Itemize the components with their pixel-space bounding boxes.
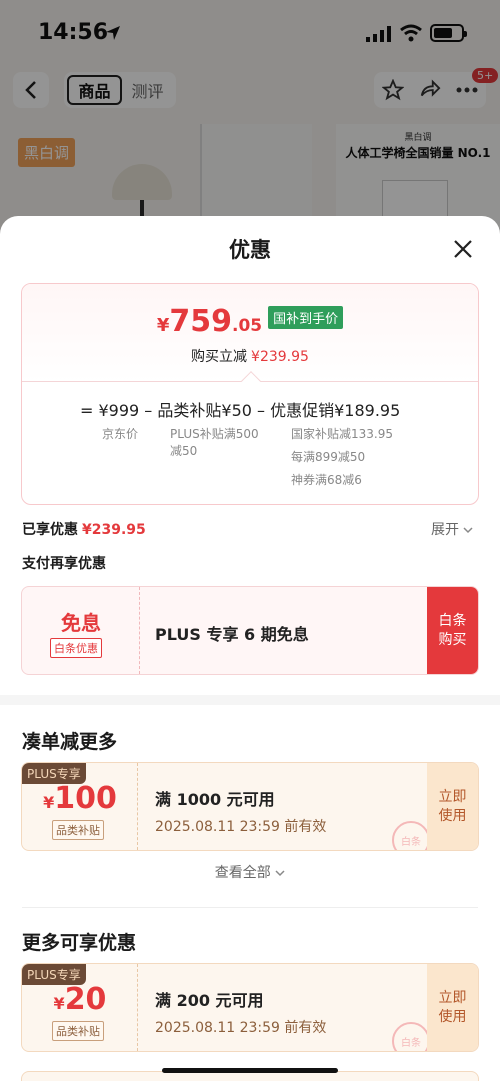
use-coupon-button[interactable]: 立即使用 <box>427 763 478 850</box>
pay-section-title: 支付再享优惠 <box>22 556 106 572</box>
use-coupon-button[interactable]: 立即使用 <box>427 964 478 1051</box>
baitiao-offer-card[interactable]: 免息 白条优惠 PLUS 专享 6 期免息 白条购买 <box>21 586 479 675</box>
enjoyed-discount: 已享优惠 ¥239.95 <box>22 519 146 539</box>
coupon-currency: ¥ <box>43 793 55 812</box>
price-decimal: .05 <box>232 316 263 336</box>
discount-sheet: 优惠 ¥ 759 .05 国补到手价 购买立减 ¥239.95 = ¥999 – … <box>0 216 500 1081</box>
price-currency: ¥ <box>156 315 170 336</box>
baitiao-stamp: 白条 <box>392 821 430 850</box>
close-icon[interactable] <box>452 238 474 260</box>
coupon-amount-number: 20 <box>64 982 107 1017</box>
coupon-condition: 满 1000 元可用 <box>155 790 275 809</box>
coupon-value: ¥100 品类补贴 <box>22 763 138 850</box>
home-indicator[interactable] <box>162 1068 338 1073</box>
baitiao-stamp: 白条 <box>392 1022 430 1051</box>
use-coupon-label: 立即使用 <box>438 788 467 824</box>
baitiao-buy-label: 白条购买 <box>438 612 467 648</box>
buy-discount-amount: ¥239.95 <box>251 349 309 365</box>
divider <box>22 907 478 908</box>
coupon-currency: ¥ <box>53 994 65 1013</box>
coupon-amount: ¥100 <box>22 781 138 816</box>
plus-note-2: 减50 <box>170 444 198 458</box>
coupon-value: ¥20 品类补贴 <box>22 964 138 1051</box>
promo-note-1: 国家补贴减133.95 <box>291 427 393 441</box>
see-all-label: 查看全部 <box>214 865 271 881</box>
enjoyed-label: 已享优惠 <box>22 522 78 538</box>
coupon-expiry: 2025.08.11 23:59 前有效 <box>155 1020 327 1036</box>
price-formula: = ¥999 – 品类补贴¥50 – 优惠促销¥189.95 <box>80 401 401 420</box>
baitiao-buy-button[interactable]: 白条购买 <box>427 587 478 674</box>
coupon-card[interactable]: PLUS专享 ¥100 品类补贴 满 1000 元可用 2025.08.11 2… <box>21 762 479 851</box>
expand-label: 展开 <box>431 522 459 538</box>
coupon-amount: ¥20 <box>22 982 138 1017</box>
plus-note-1: PLUS补贴满500 <box>170 427 259 441</box>
baitiao-offer-text: PLUS 专享 6 期免息 <box>155 625 309 644</box>
buy-discount-row: 购买立减 ¥239.95 <box>22 346 478 366</box>
coupon-expiry: 2025.08.11 23:59 前有效 <box>155 819 327 835</box>
expand-toggle[interactable]: 展开 <box>431 519 473 539</box>
coupon-category-tag: 品类补贴 <box>52 820 104 840</box>
section-gap <box>0 695 500 705</box>
jd-price-label: 京东价 <box>102 427 139 441</box>
chevron-down-icon <box>275 870 285 877</box>
section-title-more-discount: 凑单减更多 <box>22 731 118 753</box>
price-breakdown-card: ¥ 759 .05 国补到手价 购买立减 ¥239.95 = ¥999 – 品类补… <box>21 283 479 505</box>
buy-discount-label: 购买立减 <box>191 349 248 365</box>
coupon-category-tag: 品类补贴 <box>52 1021 104 1041</box>
chevron-down-icon <box>463 527 473 534</box>
enjoyed-amount: ¥239.95 <box>82 522 146 538</box>
sheet-title: 优惠 <box>229 238 271 262</box>
interest-free-title: 免息 <box>61 611 101 635</box>
coupon-card[interactable]: PLUS专享 ¥20 品类补贴 满 200 元可用 2025.08.11 23:… <box>21 963 479 1052</box>
baitiao-tag: 白条优惠 <box>50 638 102 658</box>
coupon-amount-number: 100 <box>54 781 117 816</box>
baitiao-left: 免息 白条优惠 <box>22 587 140 674</box>
price-integer: 759 <box>169 304 232 339</box>
see-all-link[interactable]: 查看全部 <box>0 862 500 882</box>
coupon-condition: 满 200 元可用 <box>155 991 264 1010</box>
gov-subsidy-tag: 国补到手价 <box>268 306 344 329</box>
section-title-more-offers: 更多可享优惠 <box>22 932 137 954</box>
final-price: ¥ 759 .05 国补到手价 <box>22 304 478 339</box>
promo-note-2: 每满899减50 <box>291 450 366 464</box>
use-coupon-label: 立即使用 <box>438 989 467 1025</box>
promo-note-3: 神券满68减6 <box>291 473 362 487</box>
